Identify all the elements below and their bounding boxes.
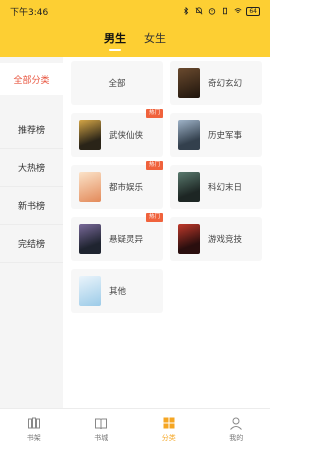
alarm-icon bbox=[209, 8, 216, 15]
category-all[interactable]: 全部 bbox=[71, 61, 163, 105]
book-cover-image bbox=[178, 120, 200, 150]
nav-label: 分类 bbox=[161, 433, 176, 442]
battery-indicator: 64 bbox=[246, 6, 260, 16]
category-gaming[interactable]: 游戏竞技 bbox=[170, 217, 262, 261]
wifi-icon bbox=[234, 8, 242, 13]
nav-profile[interactable]: 我的 bbox=[203, 409, 271, 450]
category-wuxia[interactable]: 热门 武侠仙侠 bbox=[71, 109, 163, 157]
gender-tabs: 男生 女生 bbox=[0, 22, 270, 57]
sidebar-item-all-categories[interactable]: 全部分类 bbox=[0, 63, 63, 95]
category-urban[interactable]: 热门 都市娱乐 bbox=[71, 161, 163, 209]
category-label: 游戏竞技 bbox=[208, 235, 243, 245]
category-scifi[interactable]: 科幻末日 bbox=[170, 165, 262, 209]
category-label: 科幻末日 bbox=[208, 183, 243, 193]
nav-label: 我的 bbox=[229, 433, 244, 442]
category-label: 历史军事 bbox=[208, 131, 243, 141]
category-label: 奇幻玄幻 bbox=[208, 79, 243, 89]
nav-label: 书城 bbox=[94, 433, 109, 442]
category-grid: 全部 奇幻玄幻 热门 武侠仙侠 历史军事 热门 都市娱乐 科幻末日 热门 悬疑灵… bbox=[63, 57, 270, 408]
hot-badge: 热门 bbox=[145, 161, 163, 170]
sidebar-item-recommend[interactable]: 推荐榜 bbox=[0, 111, 63, 149]
status-bar: 下午3:46 64 bbox=[0, 0, 270, 22]
book-cover-image bbox=[79, 224, 101, 254]
bookshelf-icon bbox=[27, 417, 40, 428]
book-cover-image bbox=[79, 276, 101, 306]
category-label: 其他 bbox=[109, 287, 127, 297]
nav-bookshelf[interactable]: 书架 bbox=[0, 409, 68, 450]
category-mystery[interactable]: 热门 悬疑灵异 bbox=[71, 213, 163, 261]
bluetooth-icon bbox=[184, 7, 189, 15]
category-label: 悬疑灵异 bbox=[109, 235, 144, 245]
tab-male[interactable]: 男生 bbox=[104, 22, 126, 57]
category-label: 武侠仙侠 bbox=[109, 131, 144, 141]
nav-label: 书架 bbox=[26, 433, 41, 442]
status-time: 下午3:46 bbox=[10, 7, 49, 18]
nav-bookstore[interactable]: 书城 bbox=[68, 409, 136, 450]
book-cover-image bbox=[178, 224, 200, 254]
vibrate-icon bbox=[223, 7, 228, 15]
category-other[interactable]: 其他 bbox=[71, 269, 163, 313]
hot-badge: 热门 bbox=[145, 213, 163, 222]
category-label: 都市娱乐 bbox=[109, 183, 144, 193]
sidebar-item-new[interactable]: 新书榜 bbox=[0, 187, 63, 225]
nav-category[interactable]: 分类 bbox=[135, 409, 203, 450]
book-cover-image bbox=[79, 172, 101, 202]
sidebar-item-hot[interactable]: 大热榜 bbox=[0, 149, 63, 187]
profile-icon bbox=[230, 417, 243, 430]
hot-badge: 热门 bbox=[145, 109, 163, 118]
tab-female[interactable]: 女生 bbox=[144, 22, 166, 57]
sidebar-spacer bbox=[0, 95, 63, 111]
bottom-navigation: 书架 书城 分类 我的 bbox=[0, 408, 270, 450]
category-grid-icon bbox=[163, 417, 175, 428]
category-label: 全部 bbox=[108, 79, 126, 89]
status-icons: 64 bbox=[181, 6, 260, 16]
category-fantasy[interactable]: 奇幻玄幻 bbox=[170, 61, 262, 105]
book-cover-image bbox=[178, 172, 200, 202]
mute-icon bbox=[195, 7, 203, 15]
sidebar-item-completed[interactable]: 完结榜 bbox=[0, 225, 63, 263]
book-icon bbox=[95, 418, 108, 429]
category-sidebar: 全部分类 推荐榜 大热榜 新书榜 完结榜 bbox=[0, 57, 63, 408]
book-cover-image bbox=[178, 68, 200, 98]
category-history[interactable]: 历史军事 bbox=[170, 113, 262, 157]
book-cover-image bbox=[79, 120, 101, 150]
